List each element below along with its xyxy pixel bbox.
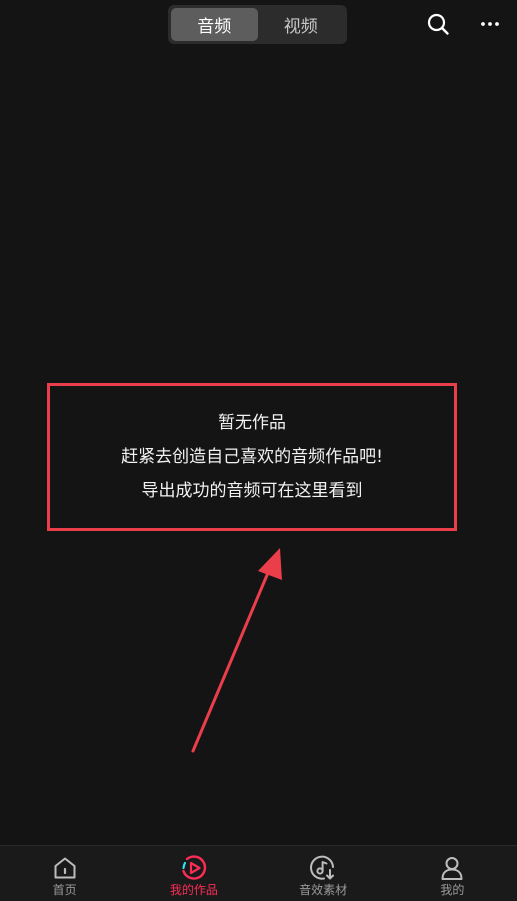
- empty-title: 暂无作品: [218, 413, 286, 433]
- nav-me[interactable]: 我的: [388, 846, 517, 901]
- nav-home-label: 首页: [52, 883, 77, 897]
- bottom-nav: 首页 我的作品 音效素材 我的: [0, 845, 517, 901]
- nav-sound-effects-label: 音效素材: [299, 883, 348, 897]
- audio-video-switch: 音频 视频: [168, 5, 347, 44]
- person-icon: [438, 854, 466, 882]
- search-icon: [427, 13, 449, 35]
- home-icon: [51, 854, 79, 882]
- play-circle-icon: [180, 854, 208, 882]
- nav-sound-effects[interactable]: 音效素材: [259, 846, 388, 901]
- nav-my-works[interactable]: 我的作品: [129, 846, 258, 901]
- tab-audio[interactable]: 音频: [171, 8, 258, 41]
- empty-hint: 赶紧去创造自己喜欢的音频作品吧!: [121, 447, 383, 467]
- nav-me-label: 我的: [440, 883, 465, 897]
- empty-state: 暂无作品 赶紧去创造自己喜欢的音频作品吧! 导出成功的音频可在这里看到: [47, 383, 457, 531]
- music-download-icon: [309, 854, 337, 882]
- tab-video[interactable]: 视频: [258, 8, 345, 41]
- screen: 音频 视频 暂无作品 赶紧去创造自己喜欢的音频作品吧! 导出成功的音频可在这里看…: [0, 0, 517, 901]
- more-horizontal-icon: [481, 22, 499, 26]
- more-button[interactable]: [476, 10, 504, 38]
- nav-my-works-label: 我的作品: [169, 883, 218, 897]
- nav-home[interactable]: 首页: [0, 846, 129, 901]
- search-button[interactable]: [424, 10, 452, 38]
- empty-subhint: 导出成功的音频可在这里看到: [141, 481, 363, 501]
